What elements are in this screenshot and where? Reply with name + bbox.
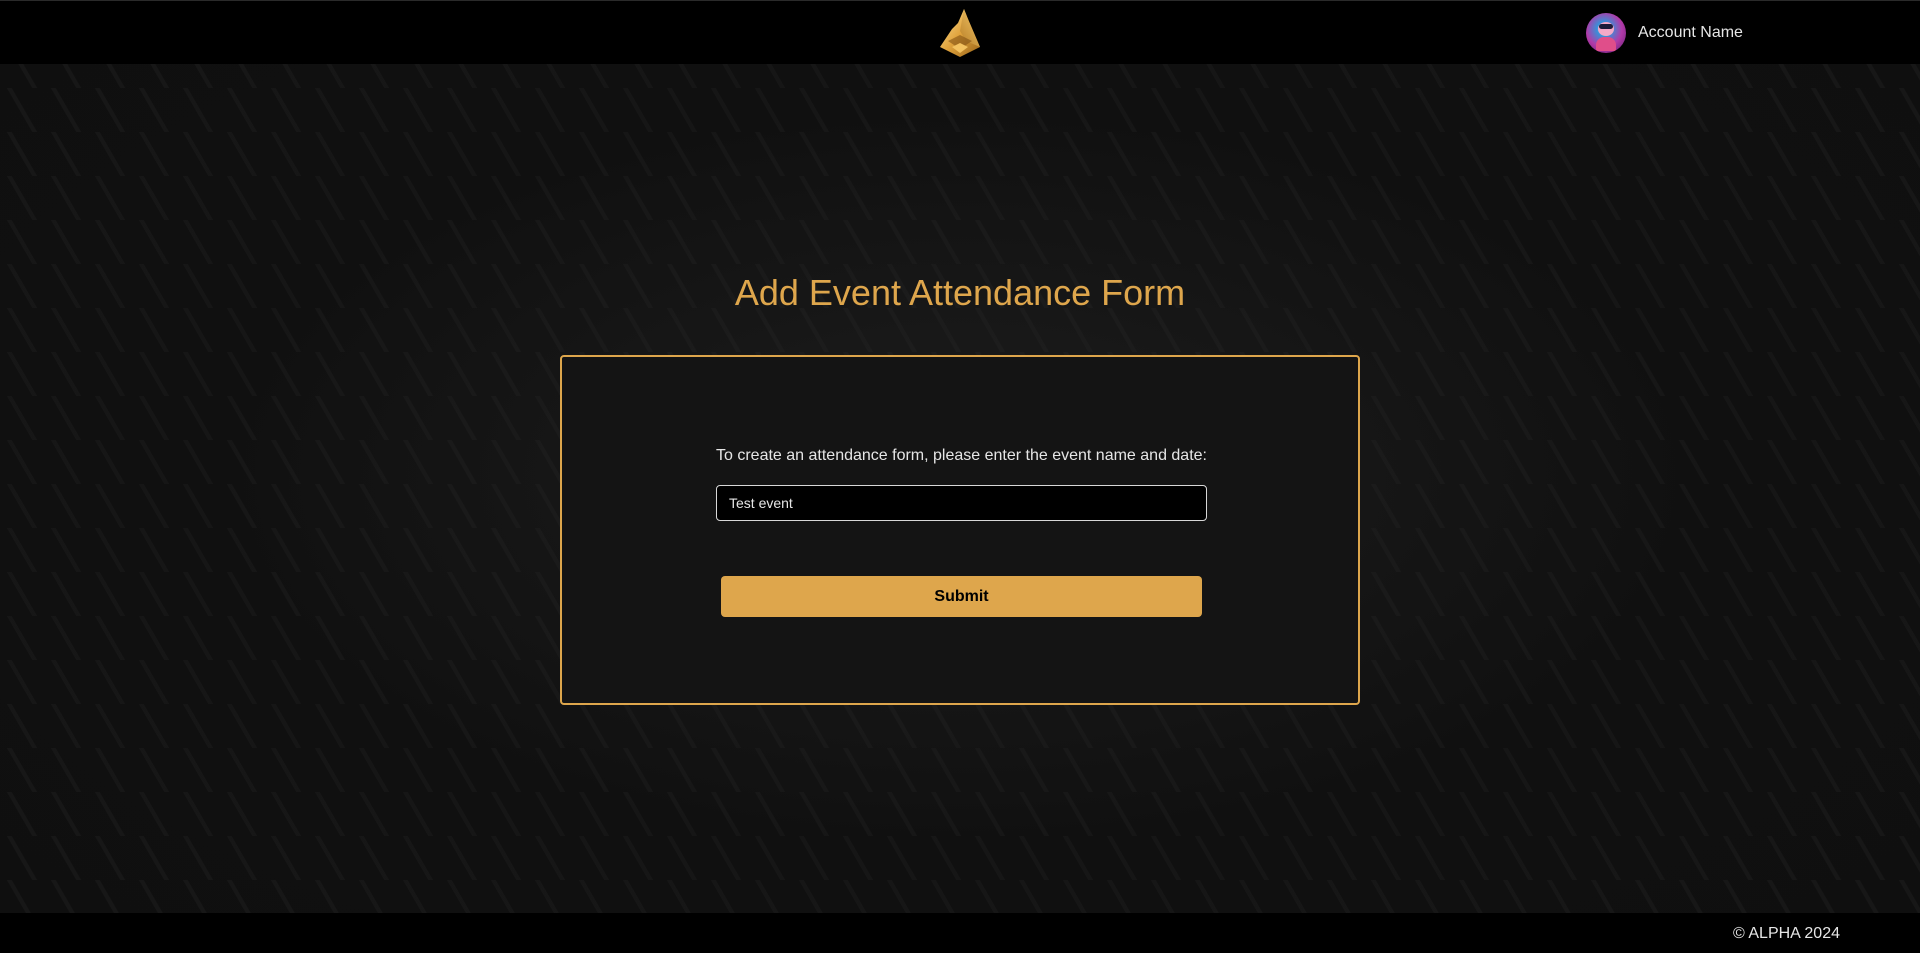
form-instructions: To create an attendance form, please ent… <box>716 447 1207 464</box>
account-menu[interactable]: Account Name <box>1586 13 1743 53</box>
top-navbar: Account Name <box>0 0 1920 64</box>
page: Account Name Add Event Attendance Form T… <box>0 0 1920 953</box>
event-name-input[interactable] <box>716 485 1207 521</box>
copyright-text: © ALPHA 2024 <box>1733 925 1840 942</box>
account-name[interactable]: Account Name <box>1638 24 1743 42</box>
user-avatar-icon[interactable] <box>1586 13 1626 53</box>
page-title: Add Event Attendance Form <box>734 272 1186 313</box>
submit-button[interactable]: Submit <box>721 576 1202 617</box>
footer: © ALPHA 2024 <box>0 913 1920 953</box>
wolf-head-logo-icon[interactable] <box>934 7 986 59</box>
attendance-form-card: To create an attendance form, please ent… <box>560 355 1360 705</box>
